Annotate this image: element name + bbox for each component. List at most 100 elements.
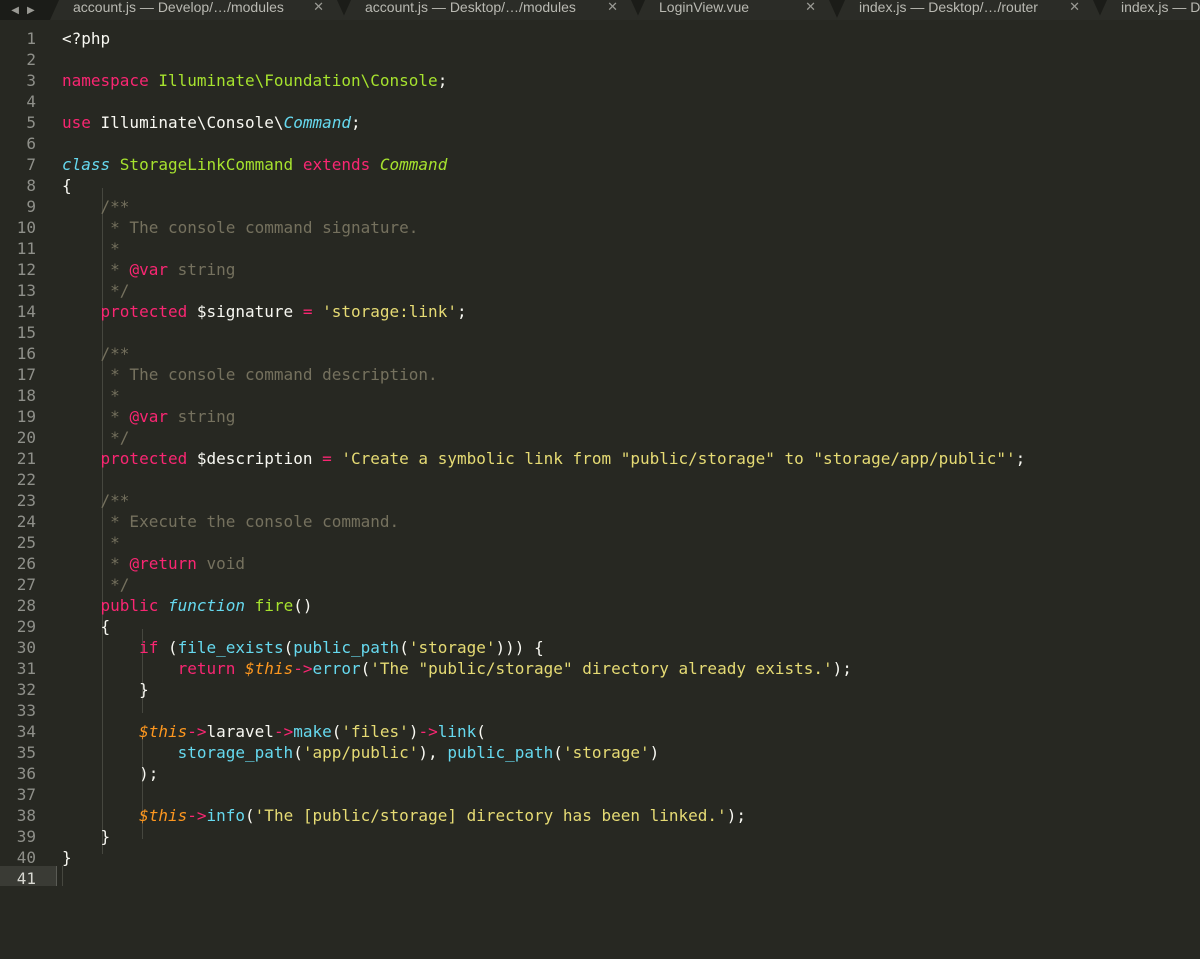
code-line[interactable]: *	[62, 385, 120, 406]
code-token: ;	[456, 302, 467, 321]
code-line[interactable]: */	[62, 574, 129, 595]
code-token: *	[62, 239, 120, 258]
code-token: (	[476, 722, 486, 741]
code-line[interactable]: /**	[62, 343, 130, 364]
code-token: protected	[100, 449, 197, 468]
line-number: 20	[16, 428, 36, 447]
code-token: @var	[129, 260, 168, 279]
line-number: 36	[16, 764, 36, 783]
code-line[interactable]: * @var string	[62, 406, 235, 427]
code-token: storage_path	[177, 743, 294, 762]
forward-arrow-icon[interactable]: ▶	[27, 5, 35, 16]
code-token: 'storage:link'	[322, 302, 457, 321]
code-token: void	[196, 554, 246, 573]
code-token: {	[62, 617, 111, 636]
code-line[interactable]: /**	[62, 490, 130, 511]
line-number: 25	[16, 533, 36, 552]
code-token: make	[293, 722, 332, 741]
code-token: class	[62, 155, 120, 174]
code-token: }	[62, 680, 149, 699]
code-line[interactable]: $this->info('The [public/storage] direct…	[62, 805, 746, 826]
code-line[interactable]: * Execute the console command.	[62, 511, 399, 532]
tab-account-js-develop[interactable]: account.js — Develop/…/modules ✕	[50, 0, 346, 20]
code-token: return	[177, 659, 246, 678]
tab-loginview-vue[interactable]: LoginView.vue ✕	[636, 0, 838, 20]
code-token: $this	[139, 806, 188, 825]
code-line[interactable]: <?php	[62, 28, 110, 49]
line-number-gutter: 1 2 3 4 5 6 7 8 9 10 11 12 13 14 15 16 17 18 19 20 21 22 23 24 2…	[0, 20, 48, 959]
code-token: 'storage'	[408, 638, 496, 657]
code-line[interactable]: }	[62, 826, 111, 847]
code-line[interactable]: if (file_exists(public_path('storage')))…	[62, 637, 544, 658]
line-number: 18	[16, 386, 36, 405]
code-token: );	[832, 659, 852, 678]
tab-index-js-desktop[interactable]: index.js — Desk	[1098, 0, 1200, 20]
line-number: 38	[16, 806, 36, 825]
tab-account-js-desktop[interactable]: account.js — Desktop/…/modules ✕	[342, 0, 640, 20]
code-line[interactable]: public function fire()	[62, 595, 313, 616]
line-number: 39	[16, 827, 36, 846]
code-line[interactable]: * @return void	[62, 553, 245, 574]
code-line[interactable]: class StorageLinkCommand extends Command	[62, 154, 447, 175]
code-token: =	[302, 302, 323, 321]
code-token: */	[62, 428, 130, 447]
code-line[interactable]: * The console command description.	[62, 364, 438, 385]
code-line[interactable]: storage_path('app/public'), public_path(…	[62, 742, 660, 763]
code-line[interactable]: {	[62, 616, 111, 637]
code-line[interactable]: );	[62, 763, 158, 784]
close-icon[interactable]: ✕	[805, 0, 816, 15]
line-number: 35	[16, 743, 36, 762]
code-line[interactable]: * The console command signature.	[62, 217, 418, 238]
code-token: )	[408, 722, 419, 741]
line-number: 3	[26, 71, 36, 90]
code-token: (	[293, 743, 303, 762]
tab-index-js-router[interactable]: index.js — Desktop/…/router ✕	[836, 0, 1102, 20]
code-line[interactable]: {	[62, 175, 72, 196]
close-icon[interactable]: ✕	[1069, 0, 1080, 15]
line-number: 21	[16, 449, 36, 468]
line-number: 37	[16, 785, 36, 804]
code-line[interactable]: }	[62, 679, 149, 700]
code-line[interactable]: protected $signature = 'storage:link';	[62, 301, 467, 322]
tab-label: index.js — Desktop/…/router	[859, 0, 1038, 15]
code-line[interactable]: protected $description = 'Create a symbo…	[62, 448, 1026, 469]
code-token: ->	[293, 659, 313, 678]
code-line[interactable]: * @var string	[62, 259, 235, 280]
line-number: 10	[16, 218, 36, 237]
code-editor[interactable]: 1 2 3 4 5 6 7 8 9 10 11 12 13 14 15 16 17 18 19 20 21 22 23 24 2…	[0, 20, 1200, 959]
code-token: Command	[283, 113, 351, 132]
code-line[interactable]: */	[62, 427, 129, 448]
line-number: 30	[16, 638, 36, 657]
code-token: <?php	[62, 29, 111, 48]
code-token: 'Create a symbolic link from "public/sto…	[341, 449, 1016, 468]
code-line[interactable]: *	[62, 238, 120, 259]
code-token: namespace	[62, 71, 159, 90]
close-icon[interactable]: ✕	[607, 0, 618, 15]
code-token: ->	[273, 722, 294, 741]
code-token: $this	[139, 722, 188, 741]
code-token: * Execute the console command.	[62, 512, 400, 531]
code-line[interactable]: namespace Illuminate\Foundation\Console;	[62, 70, 447, 91]
code-area[interactable]: <?php namespace Illuminate\Foundation\Con…	[62, 20, 1192, 959]
line-number: 6	[26, 134, 36, 153]
code-line[interactable]: *	[62, 532, 120, 553]
code-token: Illuminate\Foundation\Console	[158, 71, 438, 90]
code-line[interactable]: use Illuminate\Console\Command;	[62, 112, 361, 133]
code-line[interactable]: }	[62, 847, 72, 868]
line-number: 41	[16, 869, 36, 888]
line-number: 12	[16, 260, 36, 279]
code-line[interactable]: /**	[62, 196, 130, 217]
code-token: $signature	[196, 302, 303, 321]
tab-nav-arrows: ◀ ▶	[0, 0, 46, 20]
code-token: ->	[187, 722, 207, 741]
code-line[interactable]: return $this->error('The "public/storage…	[62, 658, 852, 679]
back-arrow-icon[interactable]: ◀	[11, 5, 19, 16]
code-line[interactable]: */	[62, 280, 129, 301]
close-icon[interactable]: ✕	[313, 0, 324, 15]
code-line[interactable]: $this->laravel->make('files')->link(	[62, 721, 486, 742]
code-token: 'storage'	[562, 743, 650, 762]
line-number: 15	[16, 323, 36, 342]
code-token: laravel	[206, 722, 274, 741]
